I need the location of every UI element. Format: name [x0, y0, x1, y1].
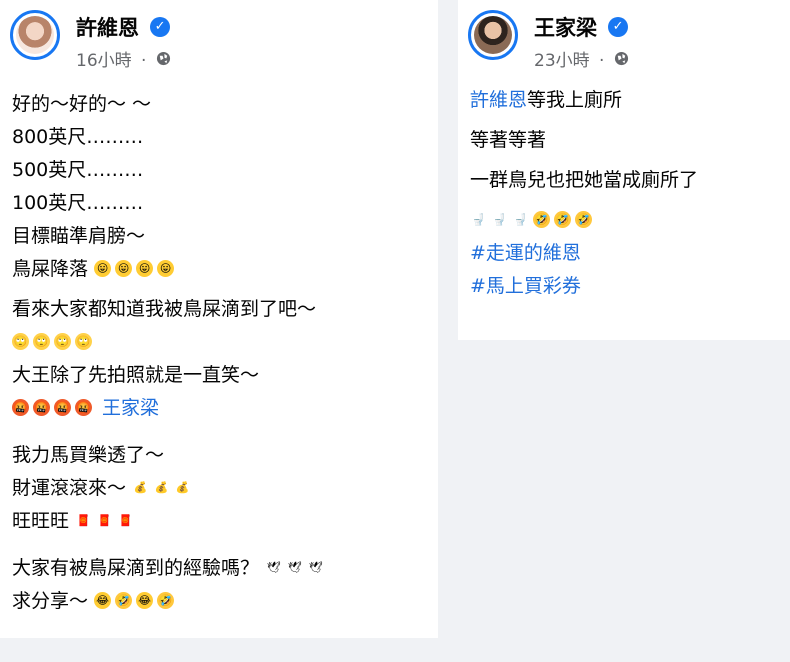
cursing-face-emoji-icon: 🤬	[33, 399, 50, 416]
red-envelope-emoji-icon: 🧧	[76, 514, 91, 527]
avatar[interactable]	[10, 10, 60, 60]
text-segment: 鳥屎降落	[12, 258, 89, 280]
money-bag-emoji-icon: 💰	[154, 481, 169, 494]
emoji-mention-line: 🤬 🤬 🤬 🤬 王家梁	[12, 392, 432, 425]
author-name[interactable]: 王家梁	[534, 16, 597, 40]
avatar[interactable]	[468, 10, 518, 60]
text-line: 等著等著	[470, 129, 547, 151]
toilet-emoji-icon: 🚽	[492, 213, 507, 226]
author-name[interactable]: 許維恩	[76, 16, 139, 40]
hashtag-link[interactable]: #馬上買彩券	[470, 270, 788, 303]
mention-link[interactable]: 王家梁	[102, 397, 159, 419]
text-segment: 等我上廁所	[527, 89, 623, 111]
text-line: 目標瞄準肩膀～	[12, 225, 146, 247]
hashtag-text[interactable]: #走運的維恩	[470, 242, 581, 264]
post-card-left: 許維恩 ✓ 16小時 · 好的～好的～ ～ 800英尺……… 500英尺……… …	[0, 0, 438, 638]
rolling-laughing-emoji-icon: 🤣	[157, 592, 175, 609]
meta-separator: ·	[599, 51, 605, 71]
rolling-laughing-emoji-icon: 🤣	[533, 211, 550, 228]
post-body: 許維恩等我上廁所 等著等著 一群鳥兒也把她當成廁所了 🚽 🚽 🚽 🤣 🤣 🤣 #走運的維恩…	[470, 84, 788, 303]
red-envelope-emoji-icon: 🧧	[97, 514, 112, 527]
text-line-emoji: 財運滾滾來～ 💰 💰 💰	[12, 472, 432, 505]
text-line: 好的～好的～ ～	[12, 93, 152, 115]
grinning-tongue-emoji-icon: 😛	[94, 260, 112, 277]
hashtag-text[interactable]: #馬上買彩券	[470, 275, 581, 297]
dove-emoji-icon: 🕊	[308, 561, 323, 574]
money-bag-emoji-icon: 💰	[175, 481, 190, 494]
post-time[interactable]: 23小時	[534, 51, 590, 71]
text-line: 100英尺………	[12, 192, 144, 214]
text-segment: 財運滾滾來～	[12, 477, 127, 499]
eye-roll-emoji-icon: 🙄	[54, 333, 71, 350]
mention-link[interactable]: 許維恩	[470, 89, 527, 111]
cursing-face-emoji-icon: 🤬	[12, 399, 29, 416]
text-line-emoji: 求分享～ 😂 🤣 😂 🤣	[12, 585, 432, 618]
globe-icon	[156, 51, 171, 71]
text-line-emoji: 鳥屎降落 😛 😛 😛 😛	[12, 253, 432, 286]
text-line: 500英尺………	[12, 159, 144, 181]
grinning-tongue-emoji-icon: 😛	[136, 260, 154, 277]
tears-of-joy-emoji-icon: 😂	[94, 592, 112, 609]
rolling-laughing-emoji-icon: 🤣	[115, 592, 133, 609]
verified-badge-icon: ✓	[150, 17, 171, 37]
dove-emoji-icon: 🕊	[266, 561, 281, 574]
emoji-line: 🙄 🙄 🙄 🙄	[12, 326, 432, 359]
text-segment: 旺旺旺	[12, 510, 70, 532]
text-line: 看來大家都知道我被鳥屎滴到了吧～	[12, 298, 317, 320]
text-line-emoji: 大家有被鳥屎滴到的經驗嗎？ 🕊 🕊 🕊	[12, 552, 432, 585]
red-envelope-emoji-icon: 🧧	[118, 514, 133, 527]
text-segment: 大家有被鳥屎滴到的經驗嗎？	[12, 557, 260, 579]
cursing-face-emoji-icon: 🤬	[54, 399, 71, 416]
text-segment: 求分享～	[12, 590, 89, 612]
text-line-mention: 許維恩等我上廁所	[470, 84, 788, 117]
text-line: 大王除了先拍照就是一直笑～	[12, 364, 260, 386]
eye-roll-emoji-icon: 🙄	[33, 333, 50, 350]
meta-separator: ·	[141, 51, 147, 71]
rolling-laughing-emoji-icon: 🤣	[575, 211, 592, 228]
toilet-emoji-icon: 🚽	[513, 213, 528, 226]
eye-roll-emoji-icon: 🙄	[12, 333, 29, 350]
tears-of-joy-emoji-icon: 😂	[136, 592, 154, 609]
dove-emoji-icon: 🕊	[287, 561, 302, 574]
text-line: 我力馬買樂透了～	[12, 444, 165, 466]
globe-icon	[614, 51, 629, 71]
emoji-line: 🚽 🚽 🚽 🤣 🤣 🤣	[470, 204, 788, 237]
hashtag-link[interactable]: #走運的維恩	[470, 237, 788, 270]
rolling-laughing-emoji-icon: 🤣	[554, 211, 571, 228]
toilet-emoji-icon: 🚽	[471, 213, 486, 226]
post-body: 好的～好的～ ～ 800英尺……… 500英尺……… 100英尺……… 目標瞄準…	[12, 88, 432, 618]
text-line-emoji: 旺旺旺 🧧 🧧 🧧	[12, 505, 432, 538]
cursing-face-emoji-icon: 🤬	[75, 399, 92, 416]
money-bag-emoji-icon: 💰	[133, 481, 148, 494]
text-line: 800英尺………	[12, 126, 144, 148]
grinning-tongue-emoji-icon: 😛	[115, 260, 133, 277]
post-time[interactable]: 16小時	[76, 51, 132, 71]
post-card-right: 王家梁 ✓ 23小時 · 許維恩等我上廁所 等著等著 一群鳥兒也把她當成廁所了 …	[458, 0, 790, 340]
grinning-tongue-emoji-icon: 😛	[157, 260, 175, 277]
verified-badge-icon: ✓	[608, 17, 629, 37]
text-line: 一群鳥兒也把她當成廁所了	[470, 169, 699, 191]
eye-roll-emoji-icon: 🙄	[75, 333, 92, 350]
